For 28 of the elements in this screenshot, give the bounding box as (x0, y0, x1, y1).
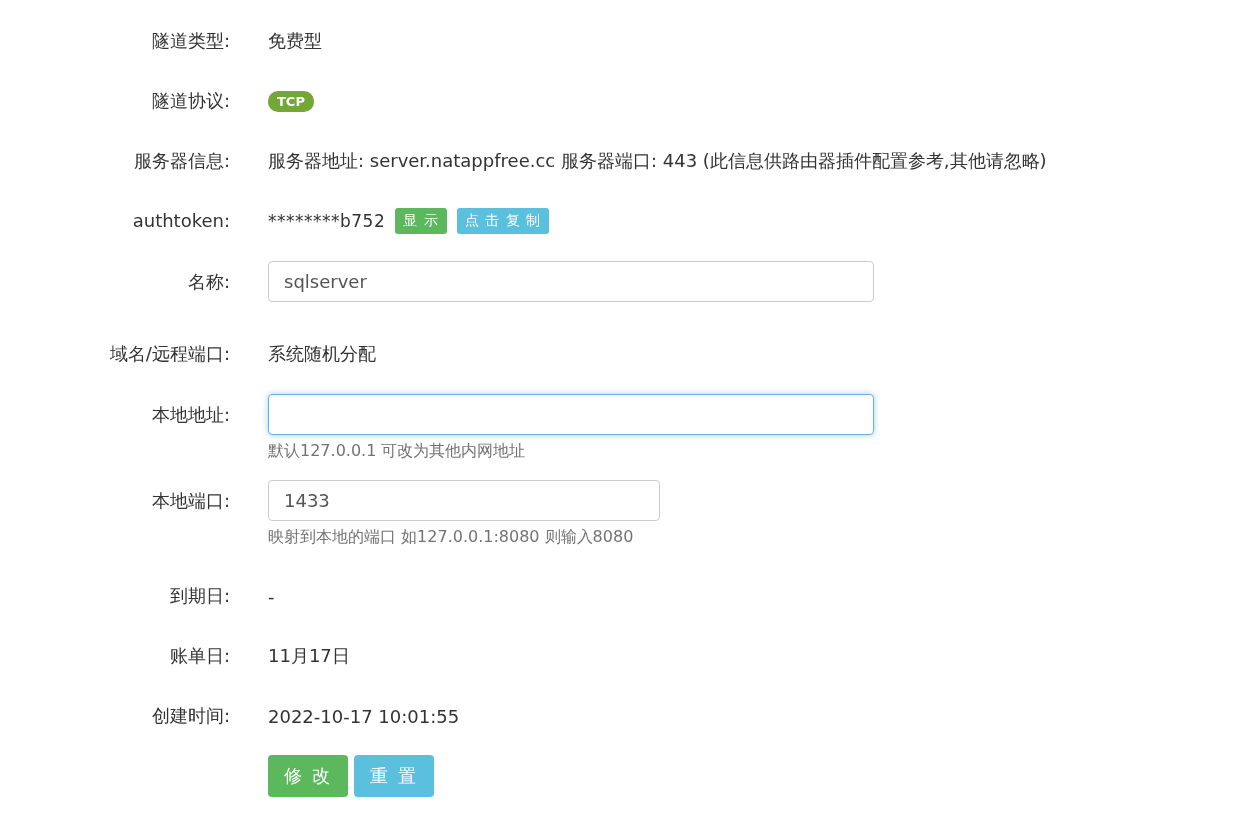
field-label: 服务器信息: (132, 149, 230, 173)
token-button[interactable]: 点 击 复 制 (456, 208, 550, 234)
text-input[interactable]: 1433 (268, 480, 660, 521)
field-value: - (268, 585, 275, 607)
field-label: 隧道类型: (150, 29, 230, 53)
token-button[interactable]: 显 示 (395, 208, 447, 234)
field-value: 服务器地址: server.natappfree.cc 服务器端口: 443 (此信息供路由器插件配置参考,其他请忽略) (268, 149, 1047, 173)
field-label: authtoken: (131, 209, 230, 233)
field-value: 2022-10-17 10:01:55 (268, 705, 460, 727)
form-button[interactable]: 修 改 (268, 755, 348, 797)
text-input[interactable] (268, 394, 874, 435)
field-value: 系统随机分配 (268, 342, 376, 366)
field-label: 账单日: (168, 644, 230, 668)
form-button[interactable]: 重 置 (354, 755, 434, 797)
field-label: 本地地址: (150, 403, 230, 427)
field-label: 域名/远程端口: (108, 342, 230, 366)
token-value: ********b752 (268, 211, 386, 231)
help-text: 映射到本地的端口 如127.0.0.1:8080 则输入8080 (268, 527, 634, 548)
protocol-badge: TCP (268, 90, 314, 112)
field-label: 名称: (186, 270, 230, 294)
field-label: 隧道协议: (150, 89, 230, 113)
text-input[interactable]: sqlserver (268, 261, 874, 302)
help-text: 默认127.0.0.1 可改为其他内网地址 (268, 441, 526, 462)
field-value: 免费型 (268, 29, 322, 53)
field-label: 到期日: (168, 584, 230, 608)
field-value: 11月17日 (268, 644, 350, 668)
field-label: 本地端口: (150, 489, 230, 513)
field-label: 创建时间: (150, 704, 230, 728)
